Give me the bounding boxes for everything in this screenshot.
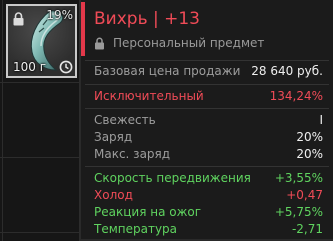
item-tooltip: Вихрь | +13 Персональный предмет Базовая… [80, 0, 333, 241]
max-charge-label: Макс. заряд [94, 147, 171, 161]
charge-value: 20% [296, 130, 323, 144]
stat-value: +5,75% [274, 205, 323, 219]
rarity-label: Исключительный [94, 89, 204, 103]
personal-item-label: Персональный предмет [113, 36, 265, 50]
stat-row: Температура -2,71 [94, 221, 323, 237]
item-weight: 100 г [13, 60, 47, 74]
max-charge-value: 20% [296, 147, 323, 161]
freshness-value: I [319, 113, 323, 127]
price-value: 28 640 руб. [251, 64, 323, 78]
lock-icon [13, 12, 24, 26]
stat-value: +3,55% [274, 171, 323, 185]
stat-value: +0,47 [286, 188, 323, 202]
grid-line [0, 82, 80, 83]
divider [85, 108, 329, 109]
freshness-row: Свежесть I [94, 112, 323, 128]
freshness-label: Свежесть [94, 113, 156, 127]
price-label: Базовая цена продажи [94, 64, 241, 78]
max-charge-row: Макс. заряд 20% [94, 146, 323, 162]
charge-label: Заряд [94, 130, 133, 144]
grid-line [0, 157, 80, 158]
charge-row: Заряд 20% [94, 129, 323, 145]
inventory-slot-vortex[interactable]: 19% 100 г [6, 4, 77, 78]
rarity-value: 134,24% [269, 89, 323, 103]
charge-percent: 19% [46, 8, 73, 22]
divider [85, 60, 329, 61]
clock-icon [59, 60, 73, 74]
stat-row: Реакция на ожог +5,75% [94, 204, 323, 220]
item-title: Вихрь | +13 [94, 9, 200, 29]
stat-label: Холод [94, 188, 133, 202]
grid-line [0, 232, 80, 233]
divider [85, 166, 329, 167]
lock-icon [95, 37, 104, 49]
divider [85, 84, 329, 85]
inventory-grid: 19% 100 г [0, 0, 80, 241]
stat-label: Скорость передвижения [94, 171, 251, 185]
personal-item-note: Персональный предмет [94, 36, 264, 50]
stat-value: -2,71 [291, 222, 323, 236]
inventory-screen: 19% 100 г Вихрь | +13 Персональный предм… [0, 0, 333, 241]
grid-line [2, 0, 3, 241]
rarity-row: Исключительный 134,24% [94, 88, 323, 104]
stat-row: Холод +0,47 [94, 187, 323, 203]
stat-row: Скорость передвижения +3,55% [94, 170, 323, 186]
rarity-accent-bar [81, 2, 85, 56]
stat-label: Температура [94, 222, 178, 236]
price-row: Базовая цена продажи 28 640 руб. [94, 63, 323, 79]
stat-label: Реакция на ожог [94, 205, 202, 219]
